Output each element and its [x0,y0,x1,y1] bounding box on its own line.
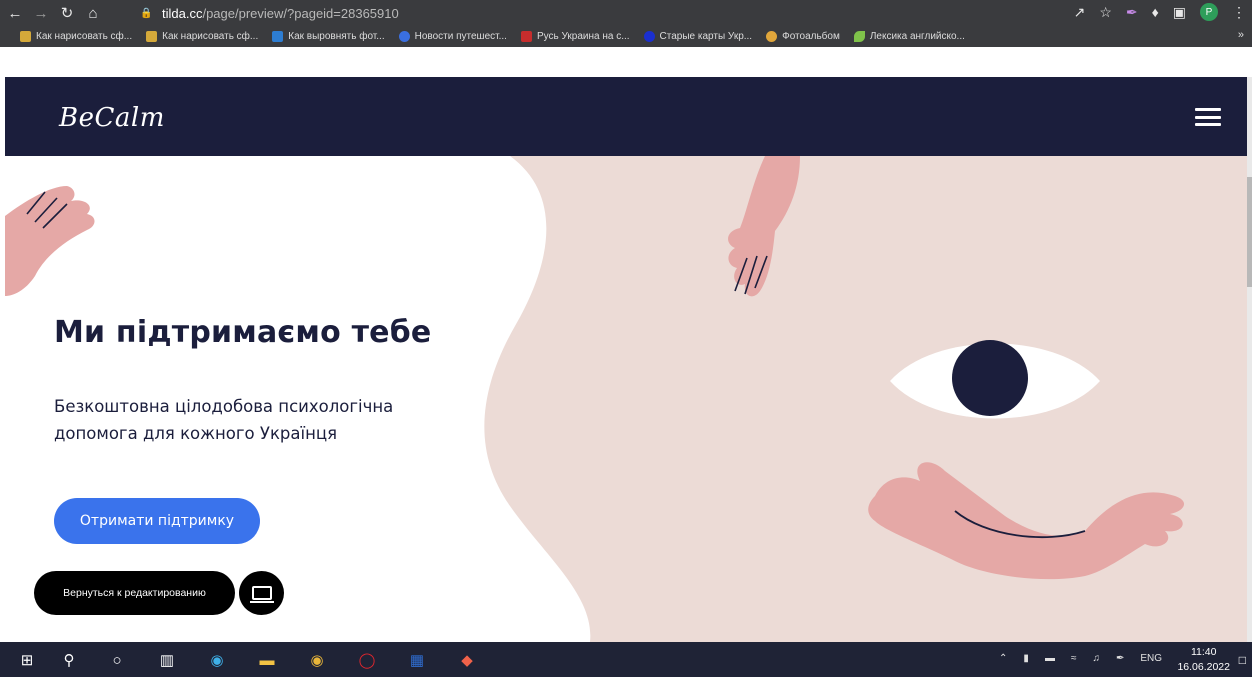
url-path: /page/preview/?pageid=28365910 [202,5,399,21]
lock-icon: 🔒 [140,7,153,19]
back-to-editing-button[interactable]: Вернуться к редактированию [34,571,235,615]
site-icon [272,31,284,42]
forward-icon[interactable]: → [30,2,52,24]
site-icon [643,31,655,42]
star-icon[interactable]: ☆ [1099,4,1112,21]
extensions-icon[interactable]: ♦ [1152,4,1159,20]
notifications-icon[interactable]: □ [1239,653,1246,667]
site-icon [520,31,532,42]
bookmark-item[interactable]: Старые карты Укр... [643,31,752,42]
hamburger-line [1195,123,1221,126]
back-icon[interactable]: ← [4,2,26,24]
clock[interactable]: 11:40 16.06.2022 [1177,645,1230,675]
clock-date: 16.06.2022 [1177,661,1230,673]
search-icon[interactable]: ⚲ [60,651,78,669]
clock-time: 11:40 [1190,646,1217,658]
opera-icon[interactable]: ◯ [358,651,376,669]
wifi-icon[interactable]: ≈ [1071,653,1077,664]
home-icon[interactable]: ⌂ [82,2,104,24]
laptop-icon [249,586,274,603]
hugging-hands-icon [868,462,1185,580]
pen-extension-icon[interactable]: ✒ [1126,4,1138,21]
device-preview-button[interactable] [239,571,284,615]
hamburger-line [1195,108,1221,111]
eye-icon [890,340,1100,419]
windows-start-icon[interactable]: ⊞ [18,651,36,669]
browser-chrome: ← → ↻ ⌂ 🔒 tilda.cc/page/preview/?pageid=… [0,0,1252,47]
volume-icon[interactable]: ♫ [1092,653,1100,664]
profile-avatar[interactable]: P [1200,3,1218,21]
leaf-icon [853,31,865,42]
battery-icon[interactable]: ▮ [1023,653,1029,664]
edge-icon[interactable]: ◉ [208,651,226,669]
figma-icon[interactable]: ◆ [458,651,476,669]
menu-icon[interactable]: ⋮ [1232,4,1246,21]
bookmark-item[interactable]: Новости путешест... [398,31,507,42]
bookmark-item[interactable]: Русь Украина на с... [520,31,630,42]
chevron-up-icon[interactable]: ⌃ [999,653,1007,664]
bookmark-item[interactable]: Как нарисовать сф... [20,31,132,42]
folder-icon[interactable]: ▬ [1045,653,1055,664]
bookmark-item[interactable]: Как нарисовать сф... [146,31,258,42]
address-bar[interactable]: 🔒 tilda.cc/page/preview/?pageid=28365910 [140,2,1020,24]
site-logo[interactable]: BeCalm [59,103,165,133]
more-bookmarks-icon[interactable]: » [1238,29,1244,41]
task-view-icon[interactable]: ▥ [158,651,176,669]
bookmark-item[interactable]: Как выровнять фот... [272,31,385,42]
pen-icon[interactable]: ✒ [1116,653,1124,664]
browser-toolbar: ← → ↻ ⌂ 🔒 tilda.cc/page/preview/?pageid=… [0,0,1252,26]
system-tray: ⌃ ▮ ▬ ≈ ♫ ✒ ENG [999,653,1162,664]
bookmark-item[interactable]: Фотоальбом [766,31,840,42]
hand-top-icon [728,156,800,297]
get-support-button[interactable]: Отримати підтримку [54,498,260,544]
person-icon [766,31,778,42]
hamburger-menu-icon[interactable] [1195,108,1221,126]
chrome-icon[interactable]: ◉ [308,651,326,669]
hero-title: Ми підтримаємо тебе [54,315,432,350]
windows-taskbar: ⊞ ⚲ ○ ▥ ◉ ▬ ◉ ◯ ▦ ◆ ⌃ ▮ ▬ ≈ ♫ ✒ ENG 11:4… [0,642,1252,677]
reload-icon[interactable]: ↻ [56,2,78,24]
word-icon[interactable]: ▦ [408,651,426,669]
hero-subtitle: Безкоштовна цілодобова психологічна допо… [54,397,394,443]
bookmarks-bar: Как нарисовать сф... Как нарисовать сф..… [0,26,1252,47]
url-host: tilda.cc [162,5,203,21]
pencil-icon [146,31,158,42]
scrollbar-thumb[interactable] [1247,177,1252,287]
hamburger-line [1195,115,1221,119]
page-scrollbar[interactable] [1247,77,1252,642]
file-explorer-icon[interactable]: ▬ [258,651,276,669]
side-panel-icon[interactable]: ▣ [1173,4,1186,21]
toolbar-actions: ↗ ☆ ✒ ♦ ▣ P ⋮ [1074,3,1246,21]
language-indicator[interactable]: ENG [1140,653,1162,664]
cortana-icon[interactable]: ○ [108,651,126,669]
bookmark-item[interactable]: Лексика английско... [853,31,965,42]
pencil-icon [20,31,31,42]
hero-section: Ми підтримаємо тебе Безкоштовна цілодобо… [5,156,1247,642]
share-icon[interactable]: ↗ [1074,4,1086,21]
site-icon [398,31,410,42]
site-header: BeCalm [5,77,1247,156]
